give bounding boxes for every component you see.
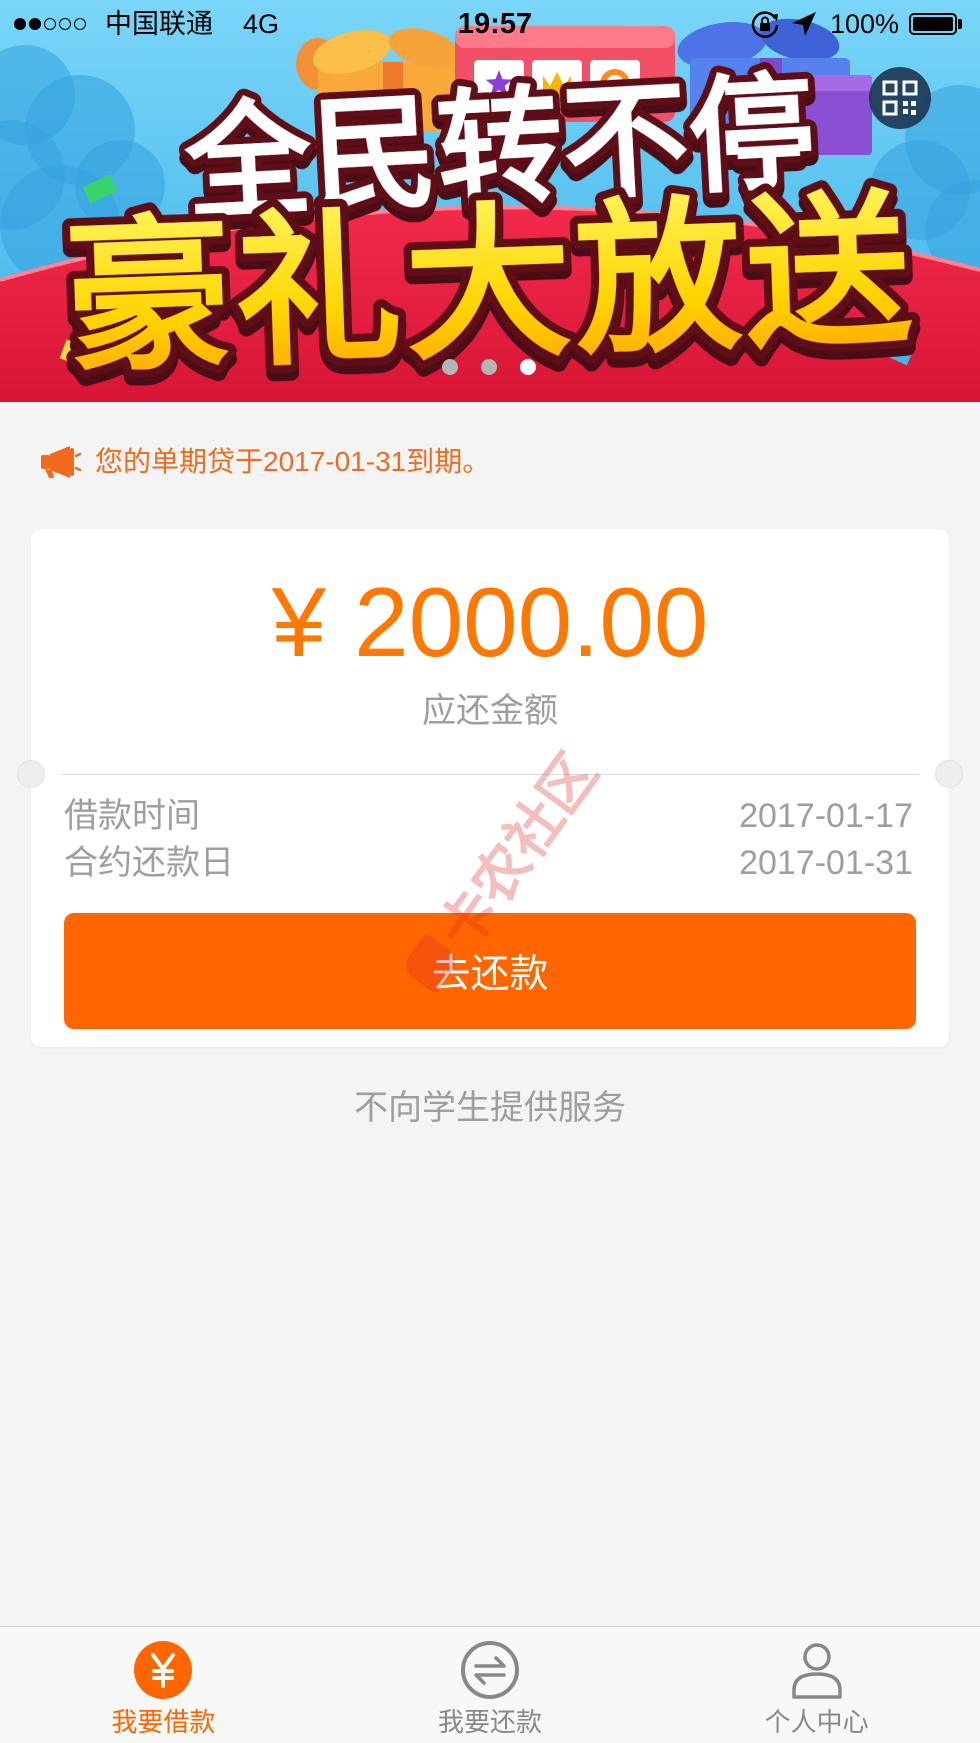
amount-due: ¥2000.00 <box>31 573 949 671</box>
exchange-icon <box>461 1641 519 1699</box>
status-bar: 中国联通 4G 19:57 100% <box>0 0 980 48</box>
qr-code-button[interactable] <box>869 67 931 129</box>
tab-label: 我要还款 <box>438 1707 543 1737</box>
signal-dot <box>29 18 41 30</box>
tab-label: 我要借款 <box>111 1707 216 1737</box>
tab-bar: 我要借款 我要还款 个人中心 <box>0 1626 980 1743</box>
due-date-row: 合约还款日 2017-01-31 <box>64 843 913 883</box>
due-date-value: 2017-01-31 <box>739 844 913 882</box>
status-time: 19:57 <box>457 8 533 40</box>
promo-banner-carousel[interactable]: 全民转不停 豪礼大放送 <box>0 0 980 402</box>
currency-symbol: ¥ <box>271 567 327 677</box>
amount-due-label: 应还金额 <box>422 692 558 730</box>
network-type: 4G <box>243 9 280 39</box>
due-notice-text: 您的单期贷于2017-01-31到期。 <box>95 446 491 477</box>
person-icon <box>791 1643 842 1699</box>
card-divider <box>61 774 919 775</box>
due-date-label: 合约还款日 <box>64 844 234 882</box>
loan-date-row: 借款时间 2017-01-17 <box>64 796 913 836</box>
repayment-card: ¥2000.00 应还金额 借款时间 2017-01-17 合约还款日 2017… <box>17 529 963 1047</box>
ticket-notch-right <box>935 760 963 788</box>
student-service-note: 不向学生提供服务 <box>354 1089 626 1127</box>
signal-dot <box>14 18 26 30</box>
loan-date-value: 2017-01-17 <box>739 797 913 835</box>
carousel-dot <box>520 359 536 375</box>
repay-button[interactable]: 去还款 <box>64 913 916 1029</box>
tab-borrow[interactable]: 我要借款 <box>0 1627 327 1743</box>
signal-dot <box>74 18 86 30</box>
carrier-name: 中国联通 <box>105 9 213 39</box>
ticket-notch-left <box>17 760 45 788</box>
rotation-lock-icon <box>751 11 779 38</box>
battery-level-fill <box>913 17 953 31</box>
tab-label: 个人中心 <box>764 1707 869 1737</box>
carousel-dot <box>442 359 458 375</box>
due-notice: 您的单期贷于2017-01-31到期。 <box>40 443 490 481</box>
battery-terminal <box>958 19 962 29</box>
amount-value: 2000.00 <box>354 567 709 677</box>
tab-profile[interactable]: 个人中心 <box>653 1627 980 1743</box>
signal-dot <box>59 18 71 30</box>
battery-icon <box>909 13 957 35</box>
megaphone-icon <box>41 446 82 478</box>
location-arrow-icon <box>792 12 816 36</box>
promo-banner-art: 全民转不停 豪礼大放送 <box>0 0 980 402</box>
tab-repay[interactable]: 我要还款 <box>327 1627 654 1743</box>
loan-date-label: 借款时间 <box>64 797 200 835</box>
carousel-dot <box>481 359 497 375</box>
battery-percentage: 100% <box>830 9 900 39</box>
yuan-icon <box>134 1641 193 1699</box>
signal-strength-indicator <box>14 18 86 30</box>
signal-dot <box>44 18 56 30</box>
